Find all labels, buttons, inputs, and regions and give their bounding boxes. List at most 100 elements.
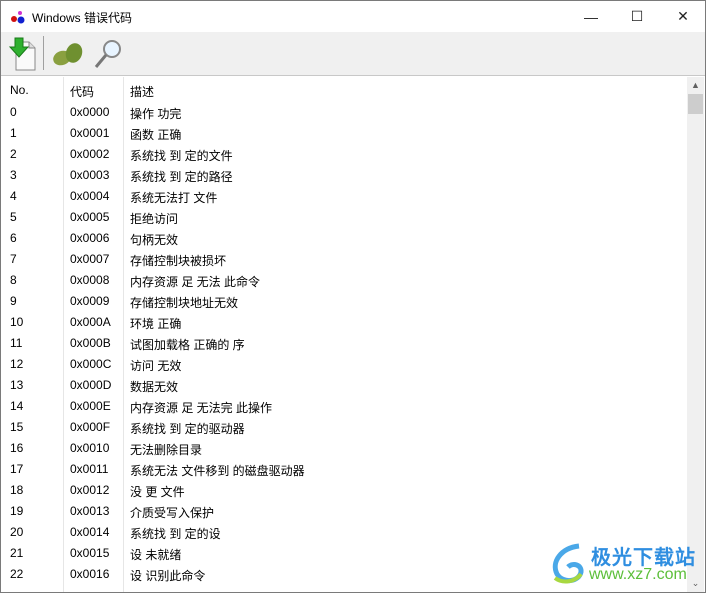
table-row[interactable]: 12 0x000C 访问 无效 — [3, 354, 687, 375]
table-row[interactable]: 10 0x000A 环境 正确 — [3, 312, 687, 333]
cell-no: 3 — [10, 168, 17, 182]
cell-no: 16 — [10, 441, 24, 455]
cell-code: 0x0006 — [70, 231, 110, 245]
minimize-button[interactable]: — — [568, 1, 614, 32]
toolbar-separator — [43, 36, 44, 70]
scroll-up-icon[interactable]: ▲ — [687, 77, 704, 94]
cell-description: 函数 正确 — [130, 128, 182, 142]
cell-description: 系统找 到 定的路径 — [130, 170, 233, 184]
table-row[interactable]: 3 0x0003 系统找 到 定的路径 — [3, 165, 687, 186]
cell-description: 系统无法打 文件 — [130, 191, 218, 205]
cell-code: 0x0003 — [70, 168, 110, 182]
cell-description: 句柄无效 — [130, 233, 179, 247]
app-window: Windows 错误代码 — ☐ ✕ No. 代码 描述 0 0x0000 操作 功… — [0, 0, 706, 593]
cell-description: 无法删除目录 — [130, 443, 203, 457]
cell-description: 试图加载格 正确的 序 — [130, 338, 245, 352]
table-row[interactable]: 2 0x0002 系统找 到 定的文件 — [3, 144, 687, 165]
cell-no: 9 — [10, 294, 17, 308]
cell-code: 0x0009 — [70, 294, 110, 308]
cell-no: 19 — [10, 504, 24, 518]
table-row[interactable]: 7 0x0007 存储控制块被损坏 — [3, 249, 687, 270]
cell-no: 21 — [10, 546, 24, 560]
cell-no: 4 — [10, 189, 17, 203]
cell-code: 0x0000 — [70, 105, 110, 119]
table-row[interactable]: 14 0x000E 内存资源 足 无法完 此操作 — [3, 396, 687, 417]
cell-code: 0x0012 — [70, 483, 110, 497]
close-button[interactable]: ✕ — [660, 1, 706, 32]
table-row[interactable]: 13 0x000D 数据无效 — [3, 375, 687, 396]
column-header-code[interactable]: 代码 — [70, 83, 94, 100]
cell-description: 内存资源 足 无法 此命令 — [130, 275, 261, 289]
table-row[interactable]: 16 0x0010 无法删除目录 — [3, 438, 687, 459]
toolbar — [1, 32, 705, 76]
cell-no: 20 — [10, 525, 24, 539]
table-row[interactable]: 11 0x000B 试图加载格 正确的 序 — [3, 333, 687, 354]
cell-no: 22 — [10, 567, 24, 581]
cell-no: 8 — [10, 273, 17, 287]
title-bar: Windows 错误代码 — ☐ ✕ — [1, 1, 705, 32]
cell-description: 设 识别此命令 — [130, 569, 206, 583]
cell-code: 0x0001 — [70, 126, 110, 140]
search-icon[interactable] — [91, 36, 125, 72]
cell-description: 拒绝访问 — [130, 212, 179, 226]
cell-code: 0x0015 — [70, 546, 110, 560]
cell-code: 0x0010 — [70, 441, 110, 455]
column-header-description[interactable]: 描述 — [130, 83, 154, 100]
cell-description: 存储控制块地址无效 — [130, 296, 239, 310]
table-row[interactable]: 19 0x0013 介质受写入保护 — [3, 501, 687, 522]
cell-code: 0x0013 — [70, 504, 110, 518]
table-row[interactable]: 4 0x0004 系统无法打 文件 — [3, 186, 687, 207]
cell-no: 11 — [10, 336, 23, 350]
cell-code: 0x000E — [70, 399, 111, 413]
list-header: No. 代码 描述 — [3, 77, 687, 101]
export-icon[interactable] — [6, 36, 40, 72]
cell-no: 6 — [10, 231, 17, 245]
window-title: Windows 错误代码 — [32, 11, 133, 25]
scroll-thumb[interactable] — [688, 94, 703, 114]
table-row[interactable]: 15 0x000F 系统找 到 定的驱动器 — [3, 417, 687, 438]
error-code-list: No. 代码 描述 0 0x0000 操作 功完 1 0x0001 函数 正确 2 0x000… — [3, 77, 687, 592]
table-row[interactable]: 9 0x0009 存储控制块地址无效 — [3, 291, 687, 312]
table-row[interactable]: 1 0x0001 函数 正确 — [3, 123, 687, 144]
cell-description: 操作 功完 — [130, 107, 182, 121]
cell-no: 18 — [10, 483, 24, 497]
cell-code: 0x000F — [70, 420, 111, 434]
column-header-no[interactable]: No. — [10, 83, 29, 97]
cell-code: 0x0002 — [70, 147, 110, 161]
cell-code: 0x000D — [70, 378, 112, 392]
cell-no: 5 — [10, 210, 17, 224]
cell-description: 存储控制块被损坏 — [130, 254, 227, 268]
leaves-icon[interactable] — [51, 36, 85, 72]
table-row[interactable]: 0 0x0000 操作 功完 — [3, 102, 687, 123]
table-row[interactable]: 18 0x0012 没 更 文件 — [3, 480, 687, 501]
cell-description: 没 更 文件 — [130, 485, 185, 499]
cell-code: 0x0016 — [70, 567, 110, 581]
cell-no: 13 — [10, 378, 24, 392]
cell-no: 14 — [10, 399, 24, 413]
cell-code: 0x000A — [70, 315, 111, 329]
cell-description: 环境 正确 — [130, 317, 182, 331]
cell-code: 0x0007 — [70, 252, 110, 266]
cell-no: 2 — [10, 147, 17, 161]
cell-description: 系统找 到 定的文件 — [130, 149, 233, 163]
table-row[interactable]: 6 0x0006 句柄无效 — [3, 228, 687, 249]
cell-description: 内存资源 足 无法完 此操作 — [130, 401, 273, 415]
watermark-logo: 极光下载站 www.xz7.com — [549, 538, 699, 588]
cell-no: 0 — [10, 105, 17, 119]
cell-description: 设 未就绪 — [130, 548, 182, 562]
table-row[interactable]: 17 0x0011 系统无法 文件移到 的磁盘驱动器 — [3, 459, 687, 480]
app-icon — [11, 11, 25, 24]
cell-code: 0x000B — [70, 336, 111, 350]
cell-code: 0x000C — [70, 357, 112, 371]
table-row[interactable]: 8 0x0008 内存资源 足 无法 此命令 — [3, 270, 687, 291]
cell-no: 10 — [10, 315, 24, 329]
cell-code: 0x0011 — [70, 462, 109, 476]
table-row[interactable]: 5 0x0005 拒绝访问 — [3, 207, 687, 228]
cell-no: 7 — [10, 252, 17, 266]
cell-no: 12 — [10, 357, 24, 371]
vertical-scrollbar[interactable]: ▲ ⌄ — [687, 77, 704, 592]
cell-no: 15 — [10, 420, 24, 434]
cell-code: 0x0008 — [70, 273, 110, 287]
maximize-button[interactable]: ☐ — [614, 1, 660, 32]
cell-no: 17 — [10, 462, 24, 476]
